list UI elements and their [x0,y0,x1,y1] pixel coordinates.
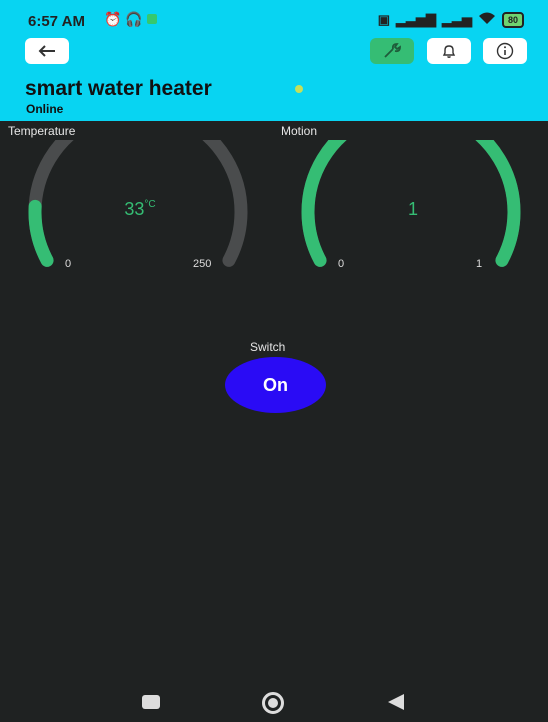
temperature-gauge-label: Temperature [8,124,76,138]
status-time: 6:57 AM [28,13,85,30]
power-switch-button[interactable]: On [225,357,326,413]
motion-min-label: 0 [338,258,345,270]
home-button[interactable] [262,692,284,714]
headset-icon: 🎧 [125,11,143,27]
bell-icon [442,45,456,58]
app-header: 6:57 AM ⏰ 🎧 ▣ ▂▃▅▇ ▂▃▅ 80 smart water he… [0,0,548,121]
recent-apps-button[interactable] [142,695,160,709]
motion-value: 1 [373,199,453,220]
device-status: Online [26,102,64,116]
motion-max-label: 1 [476,258,483,270]
device-title: smart water heater [25,77,212,100]
arrow-left-icon [38,45,55,57]
system-back-button[interactable] [388,694,404,710]
status-icons-left: ⏰ 🎧 [104,11,157,28]
battery-icon: 80 [501,11,524,28]
alarm-icon: ⏰ [104,11,122,27]
status-bar: 6:57 AM ⏰ 🎧 ▣ ▂▃▅▇ ▂▃▅ 80 [0,0,548,36]
screenshot-icon: ▣ [377,11,390,27]
notifications-button[interactable] [427,38,471,64]
temperature-value: 33°C [100,199,180,220]
motion-value-number: 1 [407,199,418,219]
back-button[interactable] [25,38,69,64]
info-icon [496,42,514,60]
circle-icon [268,698,278,708]
temperature-max-label: 250 [193,258,212,270]
signal-icon: ▂▃▅ [441,11,472,27]
motion-gauge-label: Motion [281,124,318,138]
temperature-unit: °C [144,199,156,210]
switch-label: Switch [250,340,286,354]
system-nav-bar [0,680,548,722]
info-button[interactable] [483,38,527,64]
online-indicator-dot [295,85,303,93]
signal-icon: ▂▃▅▇ [395,11,436,27]
wifi-icon [478,11,496,28]
settings-wrench-button[interactable] [370,38,414,64]
temperature-value-number: 33 [124,199,145,219]
gauge-fill [28,199,54,267]
wrench-icon [384,43,401,58]
app-notification-icon [146,14,157,24]
temperature-min-label: 0 [65,258,72,270]
status-icons-right: ▣ ▂▃▅▇ ▂▃▅ 80 [378,11,524,28]
